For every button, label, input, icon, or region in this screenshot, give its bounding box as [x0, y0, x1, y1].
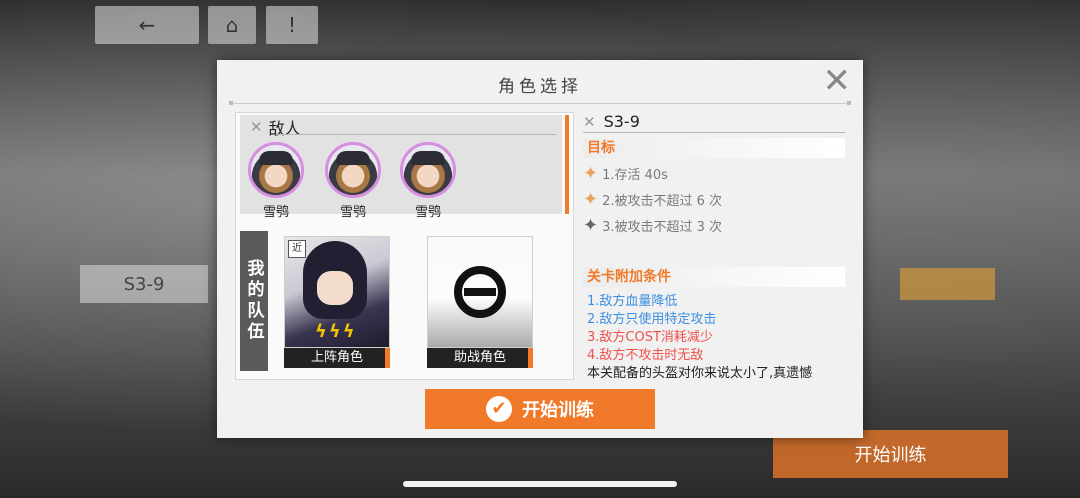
character-select-dialog: 角色选择 ✕ ✕ 敌人 雪鸮 雪鸮 雪鸮 我的队伍 ϟϟϟ 近 上阵角色 助战角…: [217, 60, 863, 438]
close-icon[interactable]: ✕: [823, 64, 852, 98]
alert-icon: !: [287, 13, 297, 37]
empty-slot-icon: [454, 266, 506, 318]
objective-text: 1.存活 40s: [602, 168, 668, 183]
cross-icon: ✕: [250, 118, 263, 136]
melee-badge: 近: [288, 240, 306, 258]
enemy-divider: [276, 134, 556, 135]
scroll-indicator[interactable]: [565, 115, 569, 214]
objective-item: ✦ 1.存活 40s: [583, 164, 668, 183]
stage-divider: [583, 132, 845, 133]
home-indicator[interactable]: [403, 481, 677, 487]
stage-name: S3-9: [603, 112, 640, 131]
dialog-title: 角色选择: [498, 77, 582, 97]
conditions-heading: 关卡附加条件: [583, 267, 845, 287]
enemy-avatar: [248, 142, 304, 198]
start-training-label: 开始训练: [522, 400, 594, 421]
character-portrait: ϟϟϟ 近: [284, 236, 390, 348]
back-button[interactable]: ←: [95, 6, 199, 44]
enemy-heading: ✕ 敌人: [250, 115, 301, 139]
alert-button[interactable]: !: [266, 6, 318, 44]
objective-item: ✦ 2.被攻击不超过 6 次: [583, 190, 722, 209]
enemy-item[interactable]: 雪鸮: [400, 142, 456, 220]
enemy-avatar: [400, 142, 456, 198]
star-icon: ✦: [583, 214, 599, 236]
condition-item: 3.敌方COST消耗减少: [587, 330, 713, 345]
start-training-button[interactable]: ✔ 开始训练: [425, 389, 655, 429]
condition-item: 1.敌方血量降低: [587, 294, 678, 309]
left-panel: ✕ 敌人 雪鸮 雪鸮 雪鸮 我的队伍 ϟϟϟ 近 上阵角色 助战角色: [235, 112, 574, 380]
condition-item: 2.敌方只使用特定攻击: [587, 312, 717, 327]
enemy-item[interactable]: 雪鸮: [325, 142, 381, 220]
objective-text: 2.被攻击不超过 6 次: [602, 194, 723, 209]
support-character-label: 助战角色: [427, 348, 533, 368]
lightning-icon: ϟϟϟ: [315, 321, 357, 342]
enemy-name: 雪鸮: [414, 205, 441, 220]
support-character-slot[interactable]: 助战角色: [427, 236, 533, 368]
objective-item: ✦ 3.被攻击不超过 3 次: [583, 216, 722, 235]
main-character-slot[interactable]: ϟϟϟ 近 上阵角色: [284, 236, 390, 368]
cross-icon: ✕: [583, 112, 596, 131]
star-icon: ✦: [583, 188, 599, 210]
background-stage-node: S3-9: [80, 265, 208, 303]
background-tag: [900, 268, 995, 300]
team-section: 我的队伍 ϟϟϟ 近 上阵角色 助战角色: [240, 231, 562, 375]
stage-note: 本关配备的头盔对你来说太小了,真遗憾: [587, 366, 813, 381]
checkmark-icon: ✔: [486, 396, 512, 422]
objectives-heading: 目标: [583, 138, 845, 158]
empty-slot-image: [427, 236, 533, 348]
home-icon: ⌂: [225, 13, 239, 37]
right-panel: ✕ S3-9 目标 ✦ 1.存活 40s ✦ 2.被攻击不超过 6 次 ✦ 3.…: [583, 112, 845, 382]
main-character-label: 上阵角色: [284, 348, 390, 368]
back-icon: ←: [138, 13, 156, 37]
enemy-item[interactable]: 雪鸮: [248, 142, 304, 220]
enemy-heading-label: 敌人: [268, 119, 301, 138]
team-label: 我的队伍: [240, 231, 268, 371]
title-divider: [229, 101, 851, 105]
enemy-section: ✕ 敌人 雪鸮 雪鸮 雪鸮: [240, 115, 562, 220]
enemy-name: 雪鸮: [262, 205, 289, 220]
home-button[interactable]: ⌂: [208, 6, 256, 44]
enemy-name: 雪鸮: [339, 205, 366, 220]
star-icon: ✦: [583, 162, 599, 184]
objective-text: 3.被攻击不超过 3 次: [602, 220, 723, 235]
stage-heading: ✕ S3-9: [583, 112, 640, 131]
condition-item: 4.敌方不攻击时无敌: [587, 348, 704, 363]
enemy-avatar: [325, 142, 381, 198]
